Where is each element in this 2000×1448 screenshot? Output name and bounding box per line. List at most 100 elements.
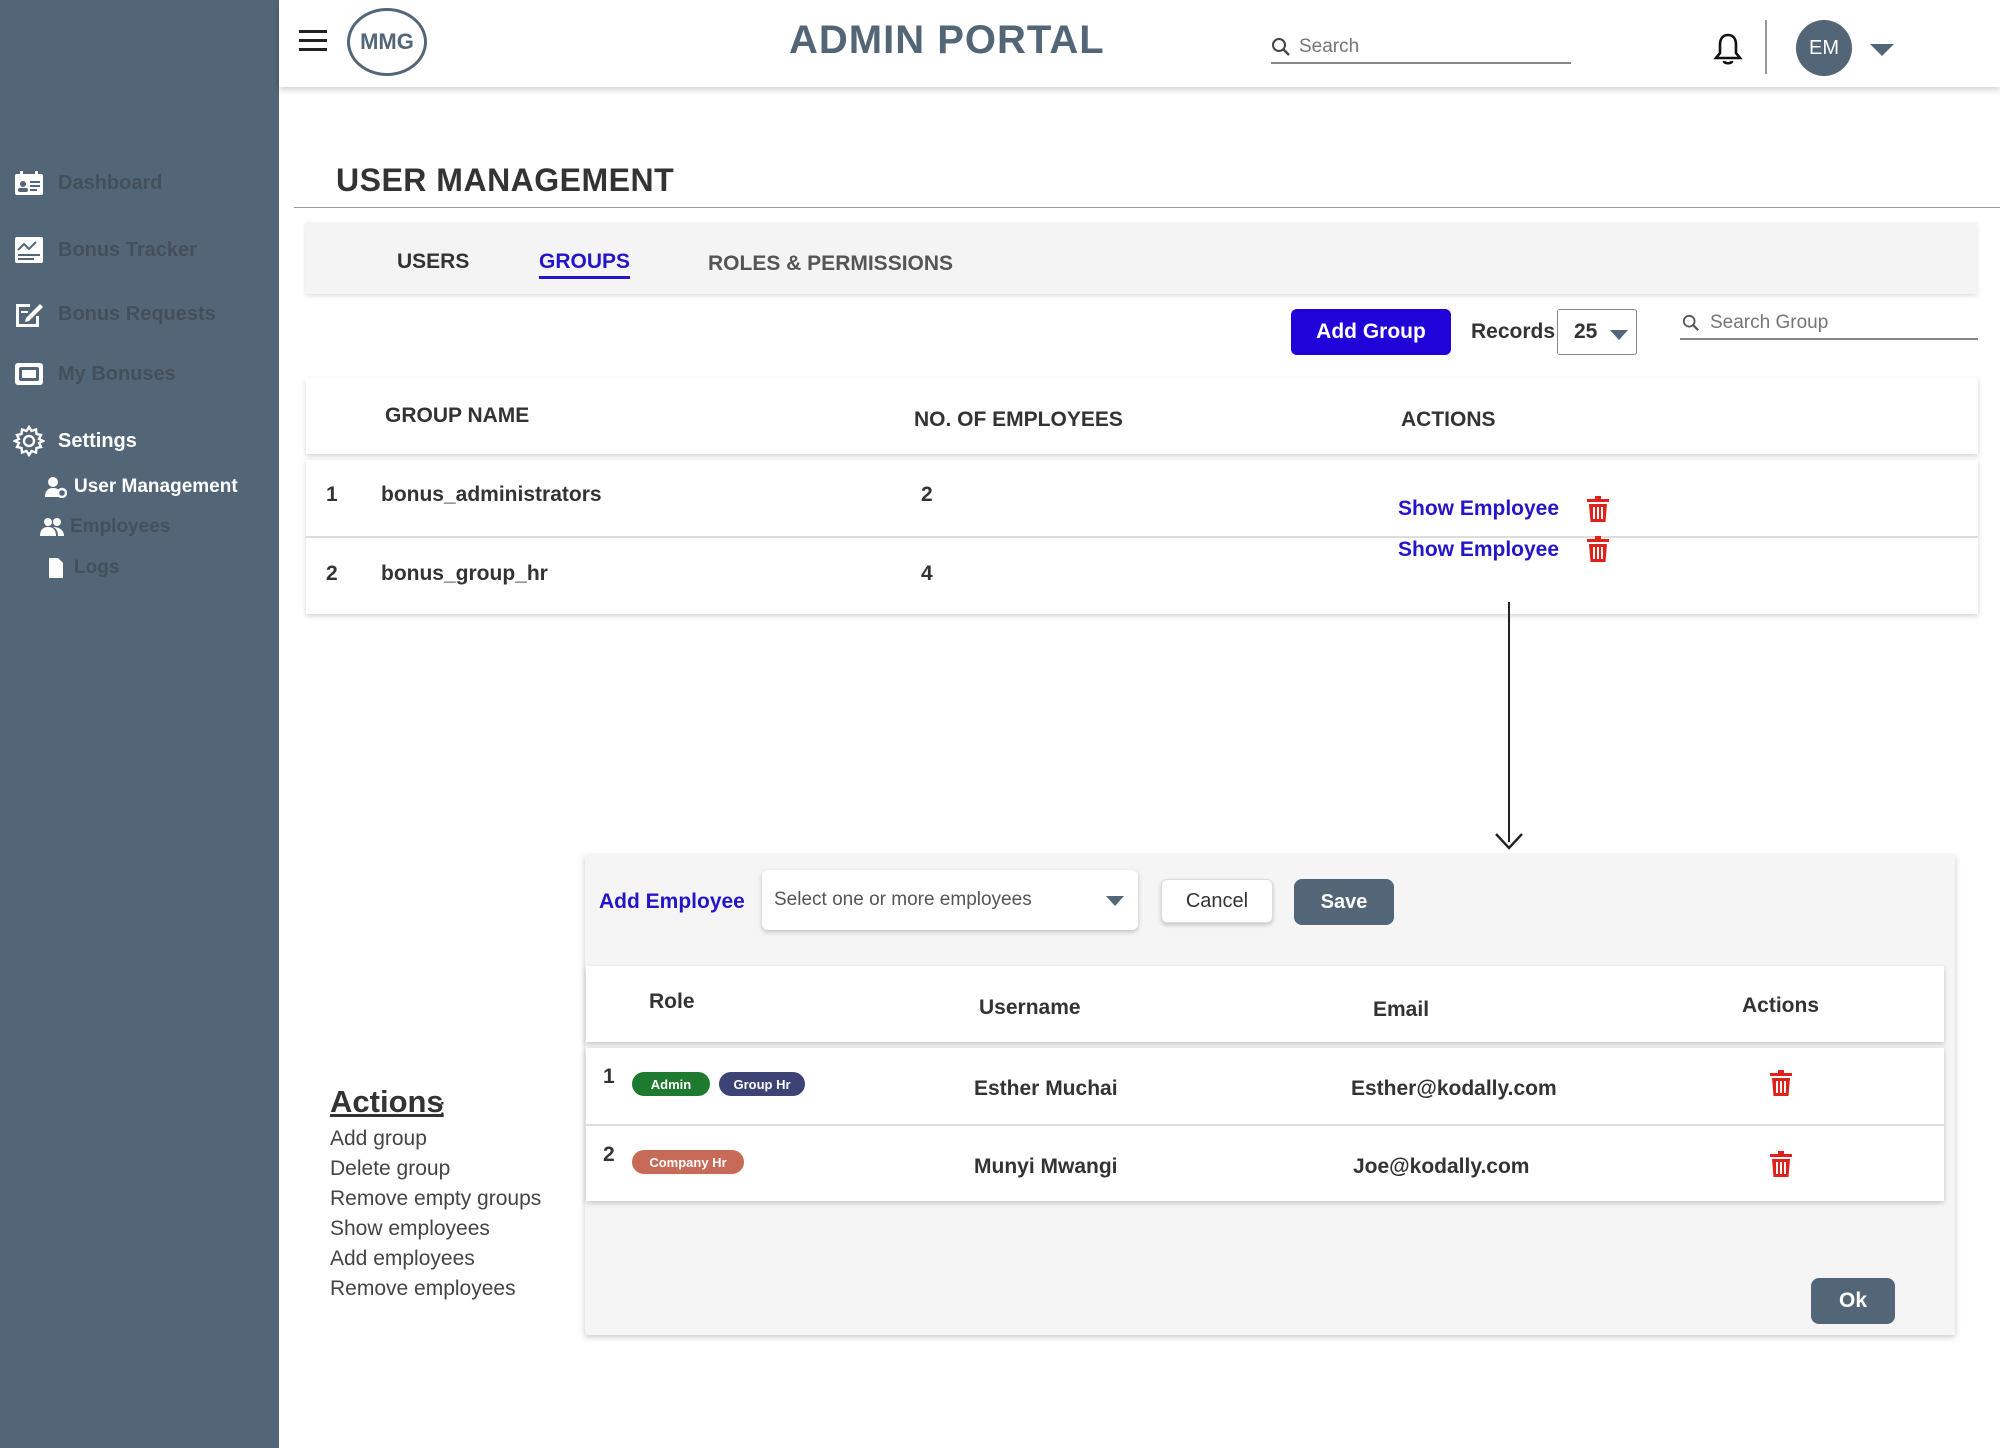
global-search xyxy=(1271,32,1571,64)
delete-trash-icon[interactable] xyxy=(1587,496,1609,522)
sidebar-subitem-employees[interactable]: Employees xyxy=(40,515,170,539)
list-item: Add group xyxy=(330,1127,427,1150)
column-header-group-name: GROUP NAME xyxy=(385,404,530,427)
group-employees-panel: Add Employee Select one or more employee… xyxy=(585,855,1955,1335)
list-item: Remove empty groups xyxy=(330,1187,542,1210)
sidebar-item-label: Bonus Requests xyxy=(58,302,216,325)
chevron-down-icon[interactable] xyxy=(1870,44,1894,56)
show-employee-link[interactable]: Show Employee xyxy=(1398,538,1559,562)
delete-trash-icon[interactable] xyxy=(1587,536,1609,562)
file-icon xyxy=(44,556,68,580)
search-icon xyxy=(1682,314,1700,332)
save-button[interactable]: Save xyxy=(1294,879,1394,925)
sidebar-subitem-logs[interactable]: Logs xyxy=(44,556,119,580)
user-gear-icon xyxy=(44,475,68,499)
tab-users[interactable]: USERS xyxy=(397,250,469,274)
sidebar-item-label: Dashboard xyxy=(58,171,163,194)
hamburger-menu-icon[interactable] xyxy=(299,30,327,52)
records-label: Records xyxy=(1471,320,1556,343)
portal-title: ADMIN PORTAL xyxy=(789,18,1105,62)
delete-trash-icon[interactable] xyxy=(1770,1151,1792,1177)
table-header: Role Username Email Actions xyxy=(586,966,1944,1042)
sidebar-item-dashboard[interactable]: Dashboard xyxy=(12,168,162,198)
group-search xyxy=(1680,308,1978,340)
add-employee-label: Add Employee xyxy=(599,890,745,913)
cancel-button[interactable]: Cancel xyxy=(1161,879,1273,923)
employee-select-placeholder: Select one or more employees xyxy=(774,889,1032,910)
sidebar: Dashboard Bonus Tracker Bonus Requests M… xyxy=(0,0,279,1448)
company-logo: MMG xyxy=(347,8,427,76)
records-per-page-select[interactable]: 25 xyxy=(1557,309,1637,355)
table-row: 2 bonus_group_hr 4 Show Employee xyxy=(306,536,1978,614)
sidebar-item-label: My Bonuses xyxy=(58,362,176,385)
sidebar-item-my-bonuses[interactable]: My Bonuses xyxy=(12,359,176,389)
sidebar-item-label: Bonus Tracker xyxy=(58,238,197,261)
gear-icon xyxy=(12,425,46,457)
sidebar-item-settings[interactable]: Settings xyxy=(12,425,137,457)
add-group-button[interactable]: Add Group xyxy=(1291,309,1451,355)
top-header: MMG ADMIN PORTAL EM xyxy=(279,0,2000,87)
table-row: 2 Company Hr Munyi Mwangi Joe@kodally.co… xyxy=(586,1126,1944,1202)
column-header-employee-count: NO. OF EMPLOYEES xyxy=(914,408,1123,431)
delete-trash-icon[interactable] xyxy=(1770,1070,1792,1096)
column-header-actions: Actions xyxy=(1742,994,1820,1017)
groups-table: GROUP NAME NO. OF EMPLOYEES ACTIONS 1 bo… xyxy=(306,378,1978,614)
actions-note-title: Actions xyxy=(330,1084,444,1119)
show-employee-link[interactable]: Show Employee xyxy=(1398,497,1559,521)
sidebar-item-bonus-requests[interactable]: Bonus Requests xyxy=(12,299,216,329)
column-header-email: Email xyxy=(1373,998,1430,1021)
sidebar-item-label: Settings xyxy=(58,429,137,452)
notification-bell-icon[interactable] xyxy=(1713,32,1743,66)
chevron-down-icon xyxy=(1610,330,1628,340)
table-row: 1 bonus_administrators 2 Show Employee xyxy=(306,460,1978,536)
group-search-input[interactable] xyxy=(1710,312,1960,334)
flow-arrow-line xyxy=(1508,602,1510,842)
email: Joe@kodally.com xyxy=(1353,1155,1530,1178)
ok-button[interactable]: Ok xyxy=(1811,1278,1895,1324)
role-badge-group-hr: Group Hr xyxy=(719,1072,805,1096)
list-item: Add employees xyxy=(330,1247,475,1270)
column-header-username: Username xyxy=(979,996,1081,1019)
actions-note-list: Add group Delete group Remove empty grou… xyxy=(330,1124,541,1304)
table-body: 1 Admin Group Hr Esther Muchai Esther@ko… xyxy=(586,1048,1944,1201)
table-header: GROUP NAME NO. OF EMPLOYEES ACTIONS xyxy=(306,378,1978,454)
group-name: bonus_group_hr xyxy=(381,562,548,585)
edit-document-icon xyxy=(12,299,46,329)
role-badge-admin: Admin xyxy=(632,1072,710,1096)
group-name: bonus_administrators xyxy=(381,483,602,506)
arrow-down-icon xyxy=(1494,826,1524,850)
employee-multiselect[interactable]: Select one or more employees xyxy=(762,870,1138,930)
email: Esther@kodally.com xyxy=(1351,1077,1557,1100)
chart-icon xyxy=(12,235,46,265)
username: Esther Muchai xyxy=(974,1077,1118,1100)
username: Munyi Mwangi xyxy=(974,1155,1118,1178)
row-index: 1 xyxy=(603,1065,615,1088)
employee-count: 2 xyxy=(921,483,933,506)
list-item: Show employees xyxy=(330,1217,490,1240)
user-avatar[interactable]: EM xyxy=(1796,20,1852,76)
wallet-icon xyxy=(12,359,46,389)
role-badge-company-hr: Company Hr xyxy=(632,1150,744,1174)
tab-groups[interactable]: GROUPS xyxy=(539,250,631,279)
row-index: 1 xyxy=(326,483,338,506)
records-value: 25 xyxy=(1574,320,1598,343)
list-item: Delete group xyxy=(330,1157,451,1180)
tabs-bar: USERS GROUPS ROLES & PERMISSIONS xyxy=(305,222,1977,294)
global-search-input[interactable] xyxy=(1299,36,1559,58)
chevron-down-icon xyxy=(1106,896,1124,906)
list-item: Remove employees xyxy=(330,1277,516,1300)
sidebar-item-bonus-tracker[interactable]: Bonus Tracker xyxy=(12,235,197,265)
sidebar-subitem-label: Employees xyxy=(70,516,171,537)
people-icon xyxy=(40,515,64,539)
actions-note-colon: : xyxy=(439,1094,446,1121)
dashboard-icon xyxy=(12,168,46,198)
employee-count: 4 xyxy=(921,562,933,585)
sidebar-subitem-user-management[interactable]: User Management xyxy=(44,475,238,499)
column-header-actions: ACTIONS xyxy=(1401,408,1496,431)
header-divider xyxy=(1765,20,1767,74)
table-body: 1 bonus_administrators 2 Show Employee 2… xyxy=(306,460,1978,614)
page-title: USER MANAGEMENT xyxy=(336,162,675,198)
row-index: 2 xyxy=(603,1143,615,1166)
tab-roles-permissions[interactable]: ROLES & PERMISSIONS xyxy=(708,252,953,276)
title-divider xyxy=(294,207,2000,208)
